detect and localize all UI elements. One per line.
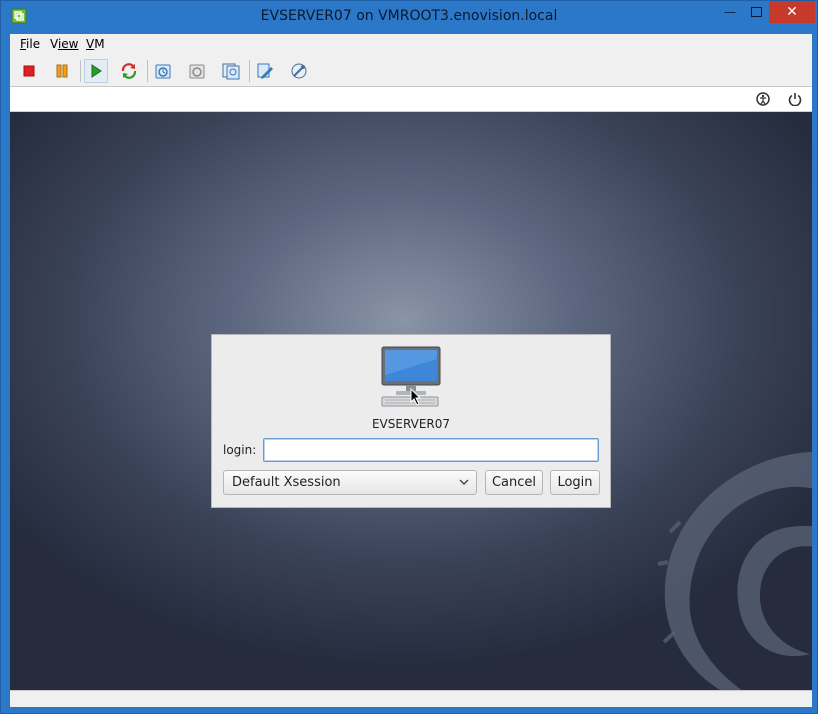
toolbar-separator xyxy=(80,60,81,82)
minimize-icon: — xyxy=(724,5,736,19)
stop-button[interactable] xyxy=(17,59,41,83)
play-icon xyxy=(91,64,102,78)
reset-icon xyxy=(121,63,137,79)
minimize-button[interactable]: — xyxy=(713,1,747,23)
accessibility-icon[interactable] xyxy=(756,92,770,106)
close-icon: ✕ xyxy=(786,4,798,20)
title-bar[interactable]: EVSERVER07 on VMROOT3.enovision.local — … xyxy=(1,1,817,32)
menu-view[interactable]: View xyxy=(50,37,78,51)
revert-snapshot-button[interactable] xyxy=(185,59,209,83)
edit-settings-icon xyxy=(257,63,273,79)
maximize-button[interactable] xyxy=(743,1,769,23)
snapshot-button[interactable] xyxy=(151,59,175,83)
vm-tools-button[interactable] xyxy=(287,59,311,83)
cancel-button[interactable]: Cancel xyxy=(485,470,543,495)
stop-icon xyxy=(23,65,35,77)
session-select-value: Default Xsession xyxy=(232,475,341,490)
login-button[interactable]: Login xyxy=(550,470,600,495)
close-button[interactable]: ✕ xyxy=(769,1,815,23)
maximize-icon xyxy=(750,7,762,17)
menu-vm[interactable]: VM xyxy=(86,37,105,51)
debian-swirl-icon xyxy=(657,451,812,690)
pause-button[interactable] xyxy=(50,59,74,83)
hostname-label: EVSERVER07 xyxy=(371,417,451,431)
bottom-status-bar xyxy=(10,690,812,707)
menu-bar: File View VM xyxy=(10,34,812,56)
chevron-down-icon xyxy=(459,479,469,485)
menu-file[interactable]: File xyxy=(20,37,40,51)
login-label: login: xyxy=(223,443,257,457)
session-select[interactable]: Default Xsession xyxy=(223,470,477,495)
login-dialog: EVSERVER07 login: Default Xsession Cance… xyxy=(211,334,611,508)
vm-console-window: EVSERVER07 on VMROOT3.enovision.local — … xyxy=(0,0,818,714)
power-icon[interactable] xyxy=(788,92,802,106)
snapshot-manager-icon xyxy=(222,63,240,80)
window-title: EVSERVER07 on VMROOT3.enovision.local xyxy=(260,8,558,24)
reset-button[interactable] xyxy=(117,59,141,83)
edit-settings-button[interactable] xyxy=(253,59,277,83)
login-input[interactable] xyxy=(263,438,599,462)
snapshot-revert-icon xyxy=(189,64,205,79)
toolbar-separator xyxy=(147,60,148,82)
snapshot-manager-button[interactable] xyxy=(219,59,243,83)
toolbar xyxy=(10,56,812,87)
pause-icon xyxy=(56,64,68,78)
start-button[interactable] xyxy=(84,59,108,83)
status-row xyxy=(10,87,812,112)
snapshot-take-icon xyxy=(155,64,171,79)
mouse-cursor-icon xyxy=(410,388,422,406)
vm-tools-icon xyxy=(291,63,307,79)
toolbar-separator xyxy=(249,60,250,82)
